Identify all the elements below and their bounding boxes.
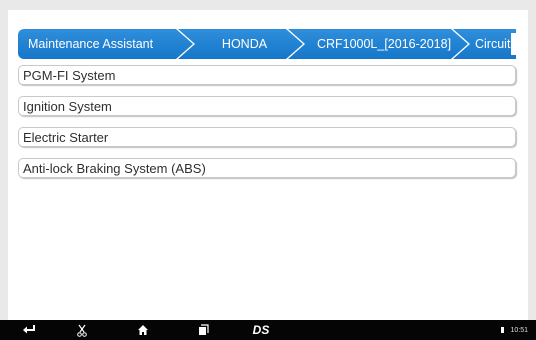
list-item-electric-starter[interactable]: Electric Starter <box>18 127 516 147</box>
breadcrumb-label: CRF1000L_[2016-2018] <box>316 37 452 51</box>
list-item-label: Electric Starter <box>23 129 109 145</box>
breadcrumb-end-marker <box>511 33 516 55</box>
clock: 10:51 <box>510 326 528 334</box>
home-icon[interactable] <box>135 322 151 338</box>
breadcrumb-label: HONDA <box>221 37 268 51</box>
list-item-label: Ignition System <box>23 98 112 114</box>
list-item-abs[interactable]: Anti-lock Braking System (ABS) <box>18 158 516 178</box>
recent-apps-icon[interactable] <box>195 322 211 338</box>
list-item-ignition-system[interactable]: Ignition System <box>18 96 516 116</box>
breadcrumb-label: Circuit D <box>475 37 516 51</box>
battery-icon <box>501 327 505 333</box>
scissors-icon[interactable] <box>75 322 89 338</box>
list-item-pgm-fi-system[interactable]: PGM-FI System <box>18 65 516 85</box>
list-item-label: PGM-FI System <box>23 67 116 83</box>
system-list: PGM-FI System Ignition System Electric S… <box>18 65 516 189</box>
system-navigation-bar: DS 10:51 <box>0 320 536 340</box>
breadcrumb-item-model[interactable]: CRF1000L_[2016-2018] <box>288 29 468 59</box>
breadcrumb-item-honda[interactable]: HONDA <box>178 29 303 59</box>
list-item-label: Anti-lock Braking System (ABS) <box>23 160 206 176</box>
breadcrumb-label: Maintenance Assistant <box>28 37 154 51</box>
status-area: 10:51 <box>501 320 528 340</box>
breadcrumb: Maintenance Assistant HONDA CRF1000L_[20… <box>18 29 516 59</box>
ds-logo-text: DS <box>252 323 270 337</box>
ds-logo[interactable]: DS <box>250 322 272 338</box>
back-arrow-icon[interactable] <box>20 322 38 338</box>
breadcrumb-item-maintenance-assistant[interactable]: Maintenance Assistant <box>18 29 193 59</box>
